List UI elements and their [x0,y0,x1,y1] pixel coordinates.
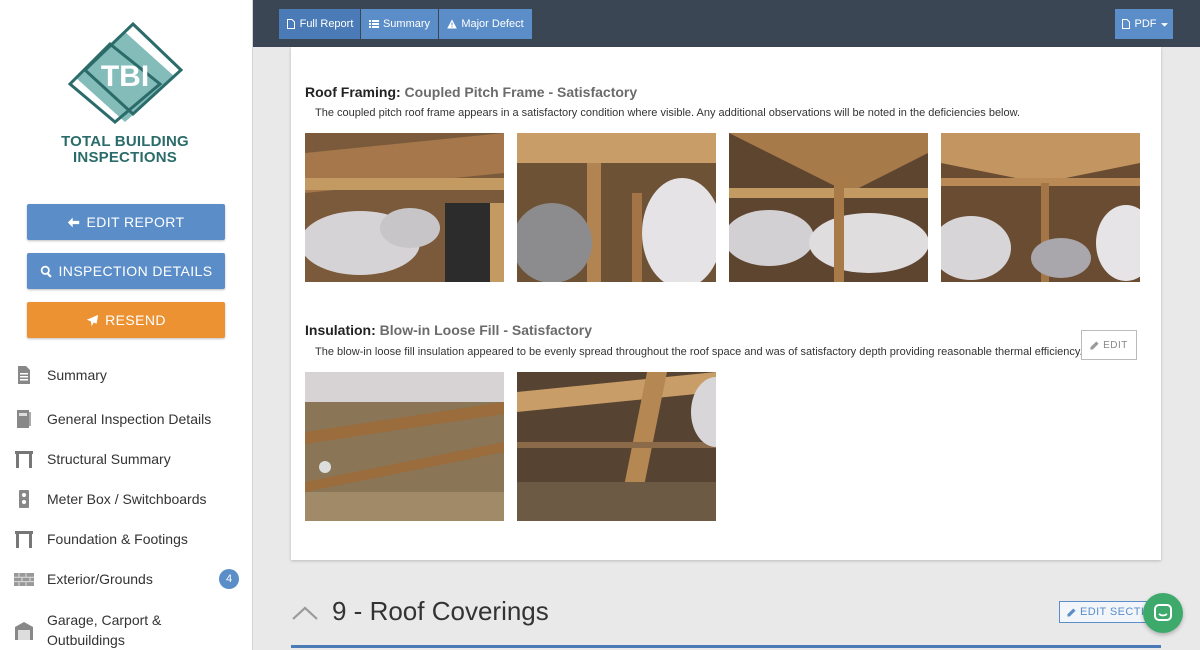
meter-icon [19,490,29,508]
roof-framing-description: The coupled pitch roof frame appears in … [315,107,1021,119]
roof-framing-title: Roof Framing: [305,84,401,100]
sidebar-item-label: Garage, Carport & [47,612,162,628]
sidebar-item-garage[interactable]: Garage, Carport & Outbuildings [0,609,252,649]
brick-icon [14,573,34,586]
sidebar-item-label: Exterior/Grounds [47,571,153,587]
edit-report-button[interactable]: EDIT REPORT [27,204,225,240]
summary-label: Summary [382,18,431,30]
roof-framing-photo-1[interactable] [305,133,504,282]
insulation-subtitle: Blow-in Loose Fill - Satisfactory [379,322,593,338]
search-icon [40,265,52,278]
photo-image [729,133,928,282]
insulation-description: The blow-in loose fill insulation appear… [315,346,1083,358]
logo-mark-icon: TBI [67,21,184,124]
document-icon [18,366,30,384]
section-divider [291,645,1161,648]
resend-button[interactable]: RESEND [27,302,225,338]
insulation-title: Insulation: [305,322,376,338]
major-defect-label: Major Defect [461,18,524,30]
sidebar-item-foundation[interactable]: Foundation & Footings [0,529,252,549]
sidebar-item-label: Foundation & Footings [47,531,188,547]
photo-image [517,372,716,521]
sidebar-item-summary[interactable]: Summary [0,365,252,385]
garage-icon [15,622,33,640]
pencil-icon [1090,340,1099,350]
edit-item-button[interactable]: EDIT [1081,330,1137,360]
roof-framing-subtitle: Coupled Pitch Frame - Satisfactory [404,84,638,100]
inspection-details-label: INSPECTION DETAILS [58,263,213,279]
file-icon [286,19,295,29]
pdf-file-icon [1121,19,1130,29]
sidebar-item-exterior-grounds[interactable]: Exterior/Grounds 4 [0,569,252,589]
structure-icon [15,451,33,468]
sidebar-item-structural-summary[interactable]: Structural Summary [0,449,252,469]
edit-report-label: EDIT REPORT [86,214,185,230]
insulation-photo-2[interactable] [517,372,716,521]
roof-framing-heading: Roof Framing: Coupled Pitch Frame - Sati… [305,84,637,100]
sidebar-item-label: Meter Box / Switchboards [47,491,207,507]
insulation-heading: Insulation: Blow-in Loose Fill - Satisfa… [305,322,592,338]
report-toolbar: Full Report Summary Major Defect PDF [253,0,1200,47]
sidebar-item-general-inspection-details[interactable]: General Inspection Details [0,409,252,429]
logo-line1: TOTAL BUILDING [61,133,189,150]
sidebar-item-label: Structural Summary [47,451,171,467]
sidebar-item-meter-box[interactable]: Meter Box / Switchboards [0,489,252,509]
svg-text:TBI: TBI [101,60,149,93]
major-defect-tab[interactable]: Major Defect [439,9,532,39]
book-icon [17,410,31,428]
edit-item-label: EDIT [1103,339,1128,351]
sidebar-item-label-line2: Outbuildings [47,632,125,648]
inspection-item-card: Roof Framing: Coupled Pitch Frame - Sati… [291,47,1161,560]
arrow-left-icon [68,217,80,227]
caret-down-icon [1160,22,1168,27]
section-title: 9 - Roof Coverings [332,596,549,626]
pdf-label: PDF [1134,18,1157,30]
roof-framing-photo-3[interactable] [729,133,928,282]
full-report-label: Full Report [299,18,354,30]
pencil-icon [1067,607,1076,617]
roof-framing-photo-4[interactable] [941,133,1140,282]
inspection-details-button[interactable]: INSPECTION DETAILS [27,253,225,289]
roof-framing-photo-2[interactable] [517,133,716,282]
warning-icon [447,19,458,29]
company-logo[interactable]: TBI TOTAL BUILDING INSPECTIONS [55,21,195,172]
collapse-chevron-icon[interactable] [291,605,319,621]
sidebar: TBI TOTAL BUILDING INSPECTIONS EDIT REPO… [0,0,253,650]
sidebar-item-label: General Inspection Details [47,411,212,427]
chat-button[interactable] [1143,593,1183,633]
foundation-icon [15,531,33,548]
paper-plane-icon [86,314,99,326]
photo-image [305,133,504,282]
logo-line2: INSPECTIONS [73,149,177,166]
insulation-photo-1[interactable] [305,372,504,521]
resend-label: RESEND [105,312,166,328]
chat-icon [1154,604,1172,621]
photo-image [305,372,504,521]
photo-image [517,133,716,282]
summary-tab[interactable]: Summary [361,9,438,39]
list-icon [368,20,379,28]
sidebar-item-label: Summary [47,367,107,383]
pdf-dropdown-button[interactable]: PDF [1115,9,1173,39]
full-report-tab[interactable]: Full Report [279,9,360,39]
photo-image [941,133,1140,282]
deficiency-count-badge: 4 [219,569,239,589]
